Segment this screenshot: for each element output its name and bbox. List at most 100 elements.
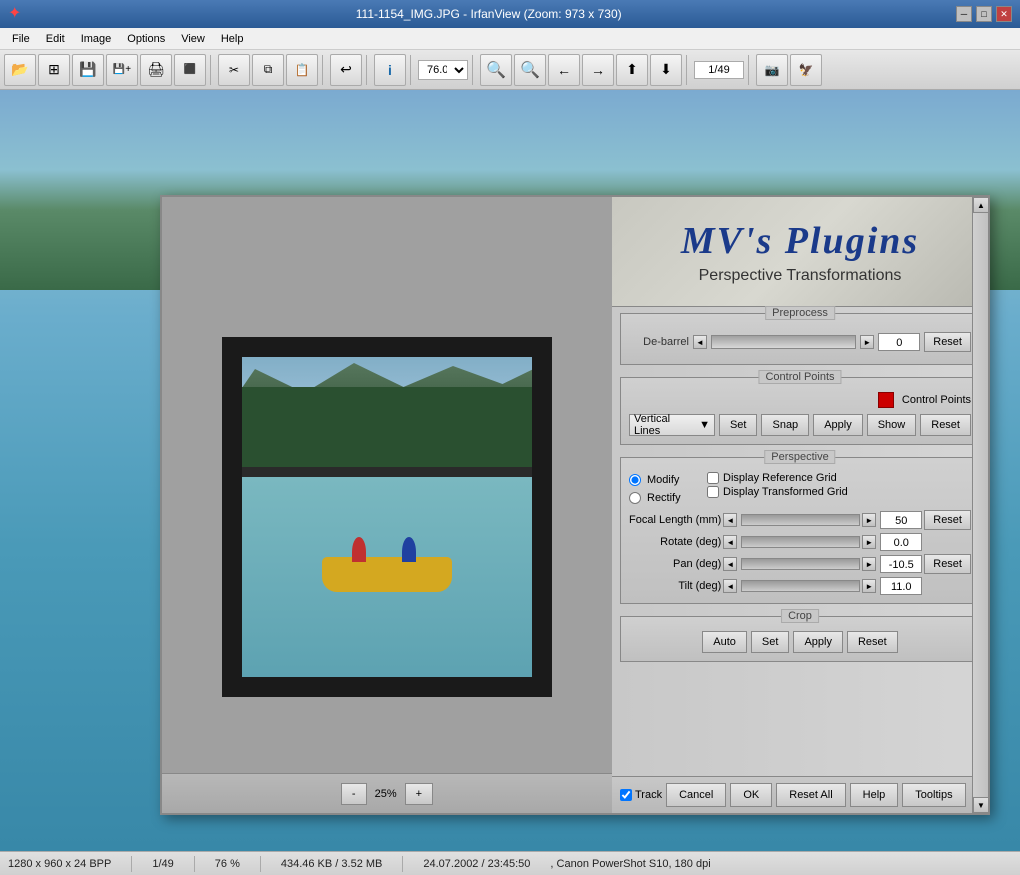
zoom-dropdown[interactable]: 76.0 [418,60,468,80]
tilt-right-arrow[interactable]: ► [862,579,876,593]
copy-button[interactable]: ⧉ [252,54,284,86]
focal-right-arrow[interactable]: ► [862,513,876,527]
debarrel-right-arrow[interactable]: ► [860,335,874,349]
crop-apply-button[interactable]: Apply [793,631,843,653]
menu-image[interactable]: Image [73,31,120,47]
rectify-radio[interactable] [629,492,641,504]
toolbar-sep-7 [748,55,752,85]
undo-button[interactable]: ↩ [330,54,362,86]
image-preview [222,337,552,697]
rotate-slider[interactable] [741,536,860,548]
save-as-button[interactable]: 💾+ [106,54,138,86]
browse-button[interactable]: 📷 [756,54,788,86]
focal-reset-button[interactable]: Reset [924,510,971,530]
tooltips-button[interactable]: Tooltips [902,783,965,807]
irfan-button[interactable]: 🦅 [790,54,822,86]
tilt-slider[interactable] [741,580,860,592]
menu-edit[interactable]: Edit [38,31,73,47]
info-button[interactable]: i [374,54,406,86]
cancel-button[interactable]: Cancel [666,783,726,807]
modify-radio[interactable] [629,474,641,486]
cp-dropdown-value: Vertical Lines [634,413,695,437]
pan-slider[interactable] [741,558,860,570]
img-trees [222,387,552,467]
next-button[interactable]: → [582,54,614,86]
print-button[interactable]: 🖨 [140,54,172,86]
close-button[interactable]: ✕ [996,6,1012,22]
paste-button[interactable]: 📋 [286,54,318,86]
toolbar-sep-4 [410,55,414,85]
window-controls: ─ □ ✕ [956,6,1012,22]
rotate-left-arrow[interactable]: ◄ [723,535,737,549]
status-filesize: 434.46 KB / 3.52 MB [281,858,383,870]
background-area: - 25% + MV's Plugins Perspective Transfo… [0,90,1020,851]
tilt-label: Tilt (deg) [629,580,721,592]
focal-left-arrow[interactable]: ◄ [723,513,737,527]
preprocess-label: Preprocess [765,306,835,320]
cp-label-text: Control Points [765,371,834,383]
last-button[interactable]: ⬇ [650,54,682,86]
track-checkbox[interactable] [620,789,632,801]
rotate-right-arrow[interactable]: ► [862,535,876,549]
pan-reset-button[interactable]: Reset [924,554,971,574]
zoom-minus-button[interactable]: - [341,783,367,805]
scroll-thumb[interactable] [973,213,988,797]
thumbnail-button[interactable]: ⊞ [38,54,70,86]
save-button[interactable]: 💾 [72,54,104,86]
debarrel-label: De-barrel [629,336,689,348]
reset-all-button[interactable]: Reset All [776,783,845,807]
zoom-plus-button[interactable]: + [405,783,433,805]
crop-reset-button[interactable]: Reset [847,631,898,653]
properties-button[interactable]: ⬛ [174,54,206,86]
ref-grid-checkbox[interactable] [707,472,719,484]
zoom-in-button[interactable]: 🔍 [480,54,512,86]
debarrel-value: 0 [878,333,920,351]
pan-right-arrow[interactable]: ► [862,557,876,571]
rotate-value: 0.0 [880,533,922,551]
img-persons [337,537,437,567]
zoom-out-button[interactable]: 🔍 [514,54,546,86]
tilt-left-arrow[interactable]: ◄ [723,579,737,593]
help-button[interactable]: Help [850,783,899,807]
scroll-up-button[interactable]: ▲ [973,197,989,213]
right-panel: MV's Plugins Perspective Transformations… [612,197,988,813]
pan-left-arrow[interactable]: ◄ [723,557,737,571]
toolbar-sep-5 [472,55,476,85]
trans-grid-checkbox[interactable] [707,486,719,498]
cp-red-indicator [878,392,894,408]
trans-grid-row: Display Transformed Grid [707,486,848,498]
crop-set-button[interactable]: Set [751,631,790,653]
restore-button[interactable]: □ [976,6,992,22]
cut-button[interactable]: ✂ [218,54,250,86]
image-zoom-controls: - 25% + [162,773,612,813]
person-2 [402,537,416,562]
perspective-check-col: Display Reference Grid Display Transform… [707,472,848,498]
focal-slider[interactable] [741,514,860,526]
menu-file[interactable]: File [4,31,38,47]
cp-show-button[interactable]: Show [867,414,917,436]
menu-options[interactable]: Options [119,31,173,47]
debarrel-slider[interactable] [711,335,856,349]
cp-apply-button[interactable]: Apply [813,414,863,436]
perspective-sliders: Focal Length (mm) ◄ ► 50 Reset Rotate (d… [629,510,971,595]
minimize-button[interactable]: ─ [956,6,972,22]
preprocess-reset-button[interactable]: Reset [924,332,971,352]
menu-view[interactable]: View [173,31,213,47]
prev-button[interactable]: ← [548,54,580,86]
trans-grid-label: Display Transformed Grid [723,486,848,498]
open-button[interactable]: 📂 [4,54,36,86]
cp-reset-button[interactable]: Reset [920,414,971,436]
cp-dropdown[interactable]: Vertical Lines ▼ [629,414,715,436]
scroll-down-button[interactable]: ▼ [973,797,989,813]
title-bar: ✦ 111-1154_IMG.JPG - IrfanView (Zoom: 97… [0,0,1020,28]
first-button[interactable]: ⬆ [616,54,648,86]
debarrel-left-arrow[interactable]: ◄ [693,335,707,349]
rectify-row: Rectify [629,492,699,504]
perspective-label: Perspective [764,450,835,464]
cp-snap-button[interactable]: Snap [761,414,809,436]
cp-set-button[interactable]: Set [719,414,758,436]
status-sep-1 [131,856,132,872]
menu-help[interactable]: Help [213,31,252,47]
crop-auto-button[interactable]: Auto [702,631,747,653]
ok-button[interactable]: OK [730,783,772,807]
